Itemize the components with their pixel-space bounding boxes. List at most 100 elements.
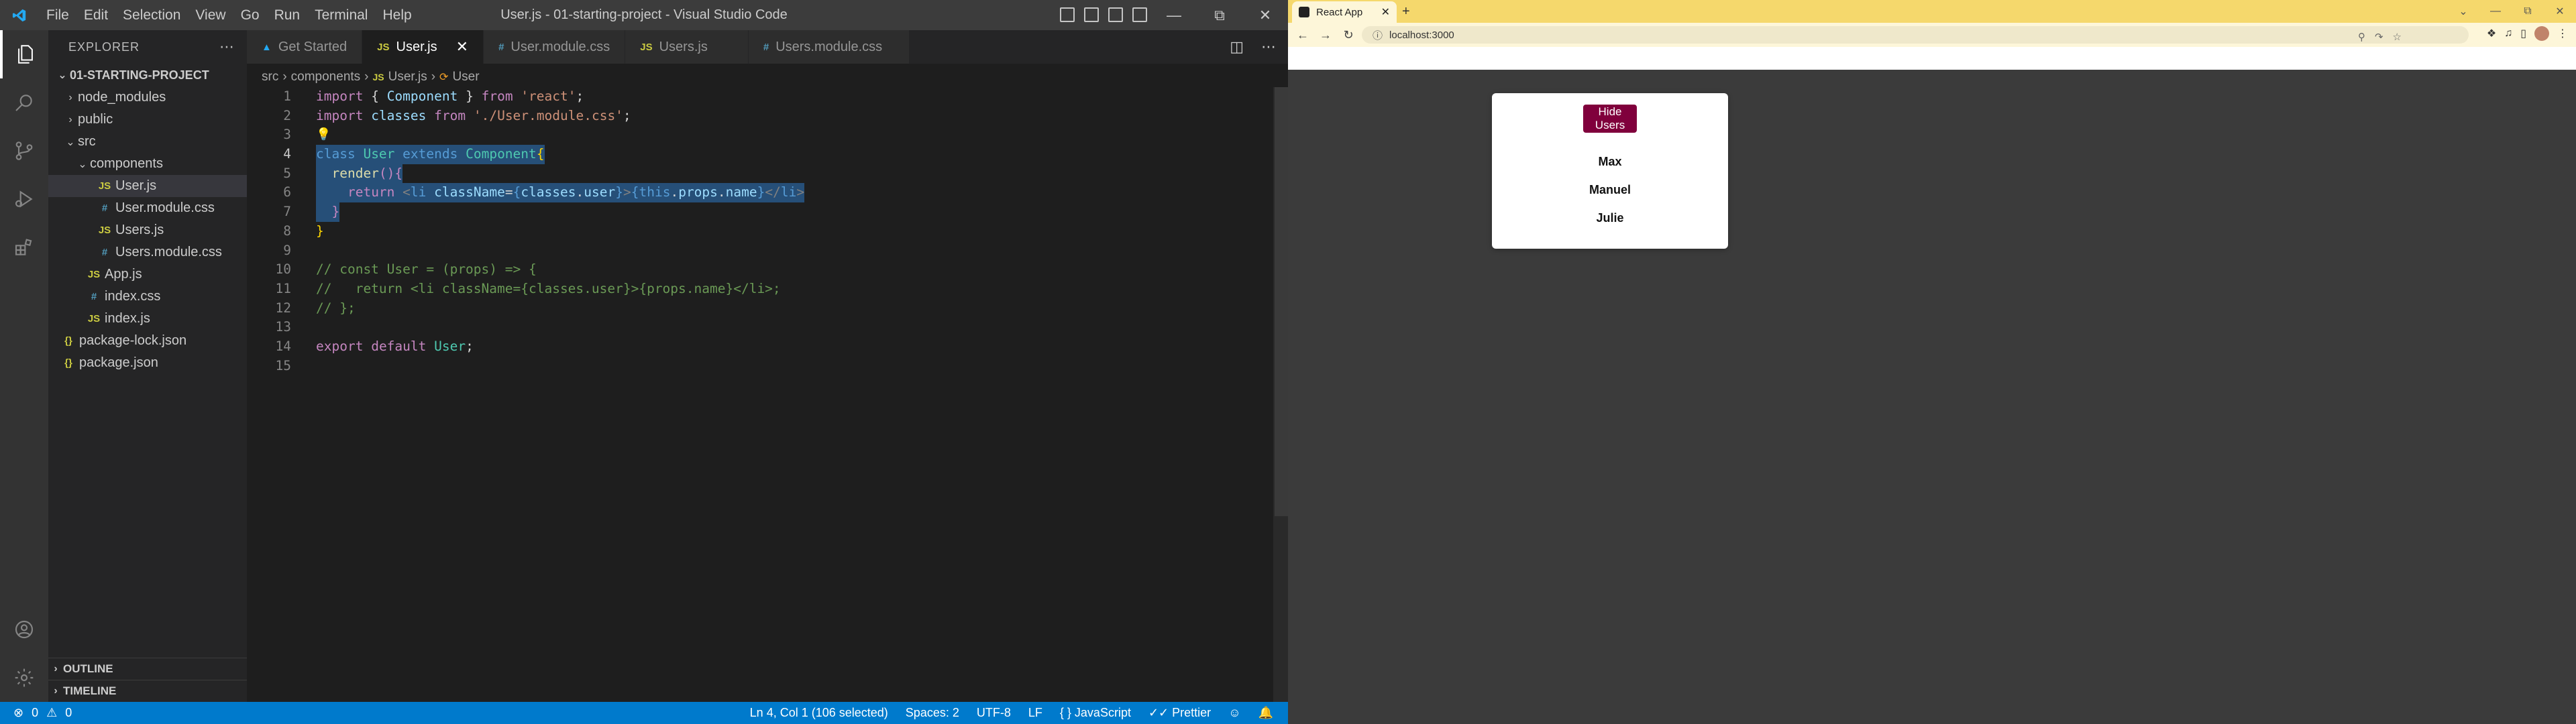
feedback-icon[interactable]: ☺ xyxy=(1228,706,1240,720)
encoding[interactable]: UTF-8 xyxy=(977,706,1011,720)
tree-item-users-js[interactable]: JS Users.js xyxy=(48,219,247,241)
search-icon[interactable] xyxy=(0,78,48,127)
prettier-status[interactable]: ✓✓ Prettier xyxy=(1148,706,1211,720)
info-icon[interactable]: ⓘ xyxy=(1373,28,1383,42)
menu-view[interactable]: View xyxy=(188,0,233,30)
line-number: 4 xyxy=(283,146,291,162)
tree-item-users-module-css[interactable]: # Users.module.css xyxy=(48,241,247,263)
tree-item-src[interactable]: ⌄ src xyxy=(48,131,247,153)
split-editor-icon[interactable]: ◫ xyxy=(1230,38,1244,56)
breadcrumb-item[interactable]: User xyxy=(452,70,479,84)
close-tab-icon[interactable]: ✕ xyxy=(456,38,468,56)
profile-avatar[interactable] xyxy=(2534,26,2549,41)
new-tab-icon[interactable]: + xyxy=(1402,4,1410,19)
close-tab-icon[interactable]: ✕ xyxy=(1381,5,1390,19)
manage-gear-icon[interactable] xyxy=(0,654,48,702)
minimize-icon[interactable]: — xyxy=(1151,0,1197,30)
js-file-icon: JS xyxy=(87,313,101,324)
media-icon[interactable]: ♫ xyxy=(2504,27,2512,40)
outline-section[interactable]: › OUTLINE xyxy=(48,658,247,680)
line-number: 13 xyxy=(275,319,291,335)
tree-item-index-css[interactable]: # index.css xyxy=(48,286,247,308)
tree-item-label: src xyxy=(78,134,96,149)
menu-edit[interactable]: Edit xyxy=(76,0,115,30)
menu-kebab-icon[interactable]: ⋮ xyxy=(2557,27,2568,40)
menu-bar: File Edit Selection View Go Run Terminal… xyxy=(39,0,419,30)
code-line: 2 import classes from './User.module.css'… xyxy=(247,107,1288,126)
code-editor[interactable]: 1 import { Component } from 'react'; 2 imp… xyxy=(247,87,1288,702)
more-actions-icon[interactable]: ⋯ xyxy=(219,38,235,56)
tree-item-public[interactable]: › public xyxy=(48,109,247,131)
hide-users-button[interactable]: Hide Users xyxy=(1583,105,1637,133)
tree-item-components[interactable]: ⌄ components xyxy=(48,153,247,175)
project-folder[interactable]: ⌄ 01-STARTING-PROJECT xyxy=(48,64,247,86)
end-of-line[interactable]: LF xyxy=(1028,706,1042,720)
restore-icon[interactable]: ⧉ xyxy=(1197,0,1242,30)
menu-run[interactable]: Run xyxy=(267,0,308,30)
problems-indicator[interactable]: ⊗ 0 ⚠ 0 xyxy=(13,706,72,720)
chevron-down-icon: ⌄ xyxy=(66,136,75,148)
extensions-icon[interactable] xyxy=(0,223,48,272)
tab-get-started[interactable]: ▲ Get Started xyxy=(247,30,363,64)
extensions-puzzle-icon[interactable]: ❖ xyxy=(2487,27,2496,40)
notifications-bell-icon[interactable]: 🔔 xyxy=(1258,706,1273,720)
menu-help[interactable]: Help xyxy=(375,0,419,30)
lightbulb-icon[interactable]: 💡 xyxy=(316,125,331,145)
code-text: // const User = (props) => { xyxy=(316,261,537,278)
browser-tab[interactable]: React App ✕ xyxy=(1292,1,1397,23)
tree-item-package-lock-json[interactable]: {} package-lock.json xyxy=(48,330,247,352)
tab-users-js[interactable]: JS Users.js xyxy=(625,30,749,64)
chevron-down-icon[interactable]: ⌄ xyxy=(2447,0,2479,23)
menu-go[interactable]: Go xyxy=(233,0,267,30)
minimize-icon[interactable]: — xyxy=(2479,0,2512,23)
forward-icon[interactable]: → xyxy=(1318,28,1334,42)
explorer-sidebar: EXPLORER ⋯ ⌄ 01-STARTING-PROJECT › node_… xyxy=(48,30,247,702)
activity-bottom xyxy=(0,605,48,702)
tab-users-module-css[interactable]: # Users.module.css xyxy=(748,30,910,64)
close-icon[interactable]: ✕ xyxy=(1242,0,1288,30)
tree-item-node-modules[interactable]: › node_modules xyxy=(48,86,247,109)
tab-user-module-css[interactable]: # User.module.css xyxy=(484,30,626,64)
toggle-panel-icon[interactable] xyxy=(1084,7,1099,22)
customize-layout-icon[interactable] xyxy=(1132,7,1147,22)
explorer-icon[interactable] xyxy=(0,30,48,78)
users-card: Hide Users Max Manuel Julie xyxy=(1492,93,1728,249)
breadcrumb-item[interactable]: components xyxy=(291,70,361,84)
more-actions-icon[interactable]: ⋯ xyxy=(1261,38,1276,56)
source-control-icon[interactable] xyxy=(0,127,48,175)
toggle-primary-sidebar-icon[interactable] xyxy=(1060,7,1075,22)
run-debug-icon[interactable] xyxy=(0,175,48,223)
zoom-icon[interactable]: ⚲ xyxy=(2358,31,2365,43)
browser-tab-title: React App xyxy=(1316,6,1363,18)
menu-terminal[interactable]: Terminal xyxy=(307,0,375,30)
close-icon[interactable]: ✕ xyxy=(2544,0,2576,23)
breadcrumb-item[interactable]: src xyxy=(262,70,278,84)
reload-icon[interactable]: ↻ xyxy=(1340,28,1356,42)
scrollbar-thumb[interactable] xyxy=(1275,87,1288,516)
timeline-section[interactable]: › TIMELINE xyxy=(48,680,247,702)
menu-file[interactable]: File xyxy=(39,0,76,30)
code-line: 7 } xyxy=(247,202,1288,222)
tree-item-user-module-css[interactable]: # User.module.css xyxy=(48,197,247,219)
bookmark-star-icon[interactable]: ☆ xyxy=(2393,31,2402,43)
toggle-secondary-sidebar-icon[interactable] xyxy=(1108,7,1123,22)
tree-item-app-js[interactable]: JS App.js xyxy=(48,263,247,286)
timeline-label: TIMELINE xyxy=(63,684,117,697)
chevron-right-icon: › xyxy=(54,685,58,697)
tree-item-package-json[interactable]: {} package.json xyxy=(48,352,247,374)
js-file-icon: JS xyxy=(98,225,111,236)
cursor-position[interactable]: Ln 4, Col 1 (106 selected) xyxy=(750,706,888,720)
menu-selection[interactable]: Selection xyxy=(115,0,188,30)
tree-item-user-js[interactable]: JS User.js xyxy=(48,175,247,197)
restore-icon[interactable]: ⧉ xyxy=(2512,0,2544,23)
accounts-icon[interactable] xyxy=(0,605,48,654)
back-icon[interactable]: ← xyxy=(1295,28,1311,42)
share-icon[interactable]: ↷ xyxy=(2375,31,2383,43)
breadcrumb-item[interactable]: User.js xyxy=(388,70,427,84)
address-bar[interactable]: ⓘ localhost:3000 ⚲ ↷ ☆ xyxy=(1362,26,2469,44)
tree-item-index-js[interactable]: JS index.js xyxy=(48,308,247,330)
indentation[interactable]: Spaces: 2 xyxy=(906,706,959,720)
language-mode[interactable]: { } JavaScript xyxy=(1060,706,1131,720)
tab-user-js[interactable]: JS User.js ✕ xyxy=(362,30,484,64)
side-panel-icon[interactable]: ▯ xyxy=(2520,27,2526,40)
